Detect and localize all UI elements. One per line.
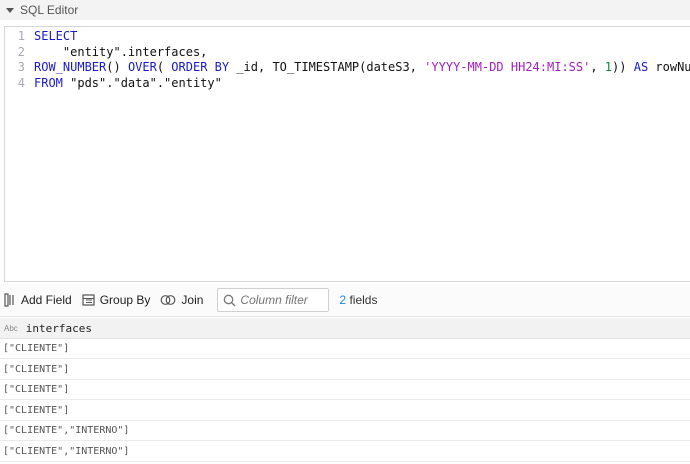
group-by-button[interactable]: Group By <box>82 288 151 312</box>
field-count: 2 fields <box>339 293 377 307</box>
code-token: 'YYYY-MM-DD HH24:MI:SS' <box>424 60 591 74</box>
table-row[interactable]: ["CLIENTE"] <box>0 339 690 359</box>
add-field-button[interactable]: Add Field <box>4 288 72 312</box>
code-token: ORDER BY <box>171 60 230 74</box>
code-token: () <box>106 60 128 74</box>
code-token: OVER <box>127 60 157 74</box>
table-cell: ["CLIENTE"] <box>3 343 70 354</box>
table-row[interactable]: ["CLIENTE","INTERNO"] <box>0 442 690 462</box>
code-text: "entity".interfaces, <box>34 44 208 60</box>
code-token: )) <box>612 60 634 74</box>
line-number: 2 <box>17 44 25 59</box>
search-icon <box>224 294 236 306</box>
code-token: "entity".interfaces, <box>34 44 208 59</box>
add-field-label: Add Field <box>21 293 72 307</box>
code-text: SELECT <box>34 28 77 44</box>
sql-editor-app: SQL Editor 1 SELECT 2 "entity".interfaces,… <box>0 0 690 464</box>
code-token: , <box>590 60 605 74</box>
code-token: "pds"."data"."entity" <box>62 75 222 90</box>
column-filter-box[interactable] <box>217 288 330 312</box>
panel-title: SQL Editor <box>20 3 79 17</box>
code-token: SELECT <box>34 29 78 43</box>
add-field-icon <box>4 293 14 307</box>
text-type-icon: Abc <box>4 323 18 333</box>
code-token: AS <box>633 60 649 74</box>
table-row[interactable]: ["CLIENTE"] <box>0 360 690 380</box>
code-text: FROM "pds"."data"."entity" <box>34 75 222 91</box>
table-cell: ["CLIENTE","INTERNO"] <box>3 425 130 436</box>
join-button[interactable]: Join <box>160 288 203 312</box>
table-cell: ["CLIENTE"] <box>3 363 70 375</box>
code-line[interactable]: 4 FROM "pds"."data"."entity" <box>5 75 222 91</box>
line-number: 3 <box>17 60 25 74</box>
table-cell: ["CLIENTE","INTERNO"] <box>3 445 130 457</box>
code-token: _id, TO_TIMESTAMP(dateS3, <box>229 60 425 74</box>
group-by-icon <box>82 294 95 306</box>
code-token: ( <box>156 60 172 74</box>
line-number: 1 <box>17 29 25 43</box>
table-row[interactable]: ["CLIENTE"] <box>0 380 690 400</box>
field-count-suffix: fields <box>346 293 378 307</box>
table-row[interactable]: ["CLIENTE"] <box>0 401 690 421</box>
sql-code-editor[interactable]: 1 SELECT 2 "entity".interfaces, 3 ROW_NUMBER… <box>4 26 690 282</box>
code-line[interactable]: 2 "entity".interfaces, <box>5 44 208 60</box>
join-label: Join <box>181 293 204 307</box>
code-token: ROW_NUMBER <box>34 60 107 74</box>
code-text: ROW_NUMBER() OVER( ORDER BY _id, TO_TIME… <box>34 59 690 75</box>
grid-column-header[interactable]: Abc interfaces <box>0 318 690 339</box>
join-icon <box>161 295 176 305</box>
code-line[interactable]: 3 ROW_NUMBER() OVER( ORDER BY _id, TO_TIM… <box>5 59 690 75</box>
code-line[interactable]: 1 SELECT <box>5 28 78 44</box>
line-number: 4 <box>17 75 25 90</box>
table-row[interactable]: ["CLIENTE","INTERNO"] <box>0 421 690 441</box>
group-by-label: Group By <box>99 293 151 307</box>
sql-editor-panel-header[interactable]: SQL Editor <box>0 0 690 20</box>
results-toolbar: Add Field Group By Join Column filter 2 … <box>0 284 690 317</box>
table-cell: ["CLIENTE"] <box>3 404 70 416</box>
code-token: FROM <box>34 75 63 90</box>
column-name: interfaces <box>25 321 93 335</box>
code-token: rowNumber <box>655 60 690 74</box>
column-filter-input[interactable] <box>236 292 325 308</box>
code-token: 1 <box>604 60 613 74</box>
table-cell: ["CLIENTE"] <box>3 384 70 395</box>
collapse-caret-icon[interactable] <box>6 7 14 13</box>
